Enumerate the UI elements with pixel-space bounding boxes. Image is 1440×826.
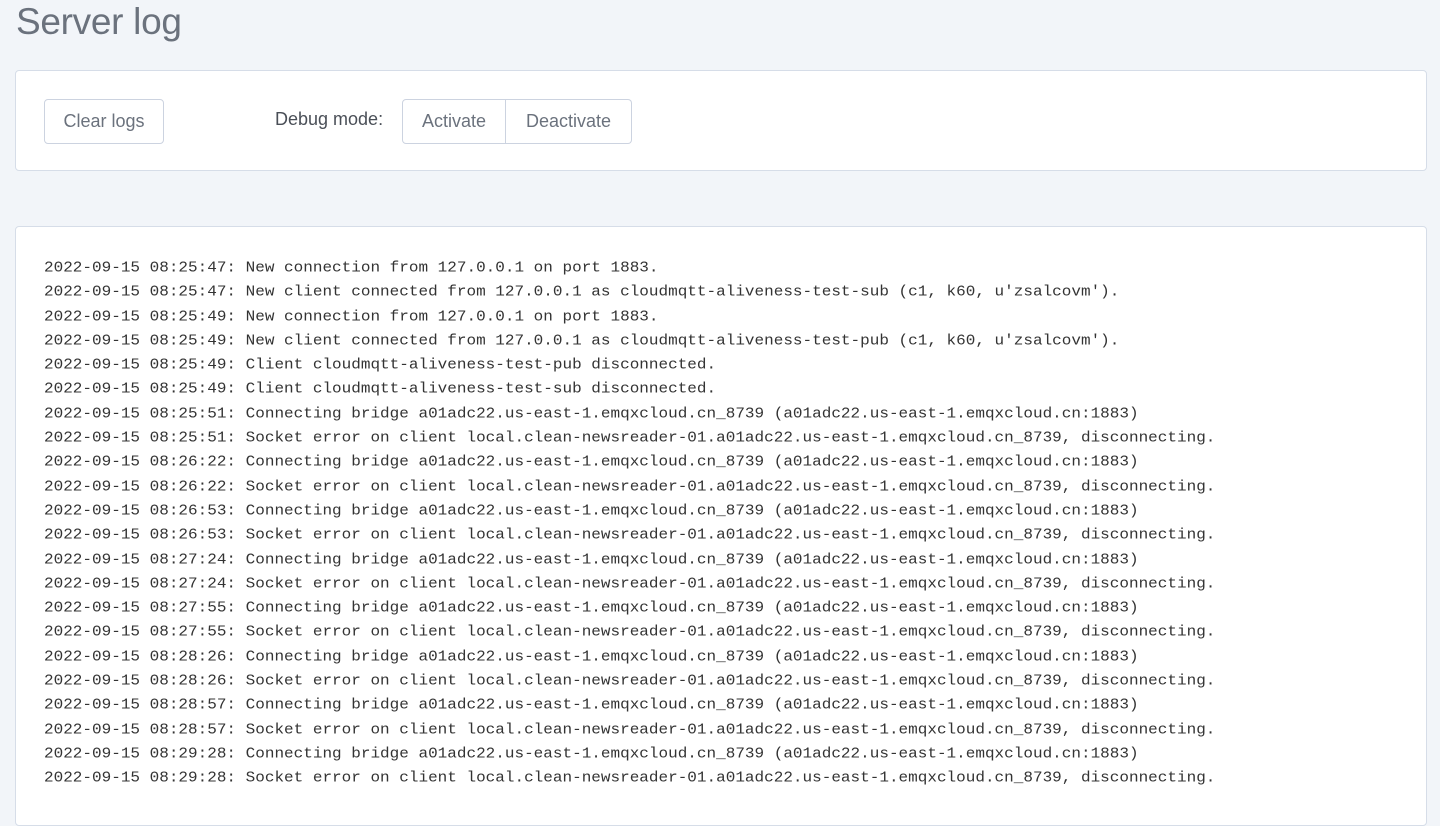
log-line: 2022-09-15 08:29:28: Connecting bridge a…: [44, 745, 1139, 763]
log-line: 2022-09-15 08:25:49: New connection from…: [44, 308, 659, 325]
log-line: 2022-09-15 08:26:22: Socket error on cli…: [44, 478, 1216, 495]
log-line: 2022-09-15 08:25:51: Socket error on cli…: [44, 429, 1216, 447]
log-line: 2022-09-15 08:28:26: Connecting bridge a…: [44, 648, 1139, 666]
log-line: 2022-09-15 08:25:47: New connection from…: [44, 259, 659, 277]
deactivate-debug-button[interactable]: Deactivate: [506, 99, 632, 144]
log-line: 2022-09-15 08:25:49: Client cloudmqtt-al…: [44, 356, 717, 374]
log-line: 2022-09-15 08:28:57: Socket error on cli…: [44, 721, 1216, 738]
log-line: 2022-09-15 08:27:24: Socket error on cli…: [44, 575, 1216, 593]
log-line: 2022-09-15 08:28:26: Socket error on cli…: [44, 672, 1216, 690]
log-line: 2022-09-15 08:25:51: Connecting bridge a…: [44, 405, 1139, 423]
log-line: 2022-09-15 08:29:28: Socket error on cli…: [44, 769, 1216, 787]
log-line: 2022-09-15 08:25:49: New client connecte…: [44, 332, 1120, 350]
log-line: 2022-09-15 08:25:47: New client connecte…: [44, 284, 1120, 301]
log-output[interactable]: 2022-09-15 08:25:47: New connection from…: [15, 226, 1427, 826]
log-line: 2022-09-15 08:26:53: Connecting bridge a…: [44, 502, 1139, 520]
clear-logs-button[interactable]: Clear logs: [44, 99, 164, 144]
debug-mode-label: Debug mode:: [275, 109, 384, 129]
log-toolbar: Clear logs Debug mode: Activate Deactiva…: [15, 70, 1427, 171]
debug-mode-button-group: Activate Deactivate: [402, 99, 632, 144]
activate-debug-button[interactable]: Activate: [402, 99, 506, 144]
log-line: 2022-09-15 08:26:22: Connecting bridge a…: [44, 454, 1139, 471]
page-title: Server log: [16, 1, 182, 42]
log-line: 2022-09-15 08:28:57: Connecting bridge a…: [44, 697, 1139, 714]
log-line: 2022-09-15 08:27:24: Connecting bridge a…: [44, 551, 1139, 568]
log-line: 2022-09-15 08:27:55: Socket error on cli…: [44, 624, 1216, 641]
log-line: 2022-09-15 08:27:55: Connecting bridge a…: [44, 599, 1139, 617]
log-line: 2022-09-15 08:26:53: Socket error on cli…: [44, 526, 1216, 544]
log-line: 2022-09-15 08:25:49: Client cloudmqtt-al…: [44, 381, 717, 398]
